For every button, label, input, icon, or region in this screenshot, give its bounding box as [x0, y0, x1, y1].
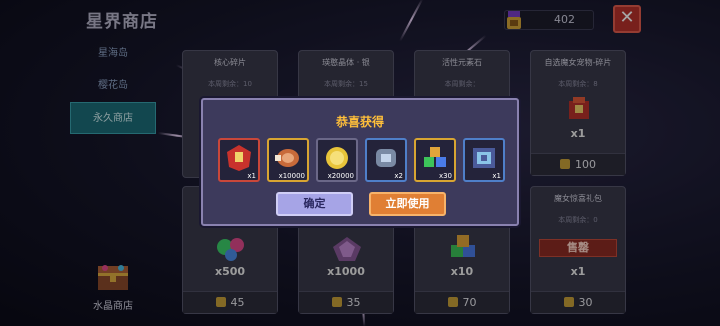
machine-part-icon [376, 149, 396, 167]
reward-count: x1 [247, 172, 256, 180]
modal-title: 恭喜获得 [335, 115, 384, 129]
star-shop-screen: 星界商店 402 ✕ 星海岛 樱花岛 永久商店 水晶商店 核心碎片 本周剩余：1… [0, 0, 720, 326]
element-stones-icon [424, 147, 446, 167]
reward-item[interactable]: x10000 [267, 138, 309, 182]
gold-coin-icon [326, 147, 348, 169]
use-now-button[interactable]: 立即使用 [369, 192, 446, 216]
reward-item[interactable]: x30 [414, 138, 456, 182]
reward-count: x2 [394, 172, 403, 180]
reward-item[interactable]: x1 [463, 138, 505, 182]
confirm-button[interactable]: 确定 [276, 192, 353, 216]
reward-count: x20000 [327, 172, 354, 180]
reward-count: x1 [492, 172, 501, 180]
reward-modal: 恭喜获得 x1 x10000 x20000 x2 x30 x1 确定 立即使用 [201, 98, 519, 226]
reward-item[interactable]: x20000 [316, 138, 358, 182]
reward-item[interactable]: x2 [365, 138, 407, 182]
reward-item[interactable]: x1 [218, 138, 260, 182]
reward-count: x10000 [278, 172, 305, 180]
blueprint-icon [473, 148, 495, 168]
meat-icon [275, 149, 299, 167]
reward-list: x1 x10000 x20000 x2 x30 x1 [218, 138, 508, 184]
red-badge-icon [227, 145, 251, 171]
reward-count: x30 [438, 172, 452, 180]
